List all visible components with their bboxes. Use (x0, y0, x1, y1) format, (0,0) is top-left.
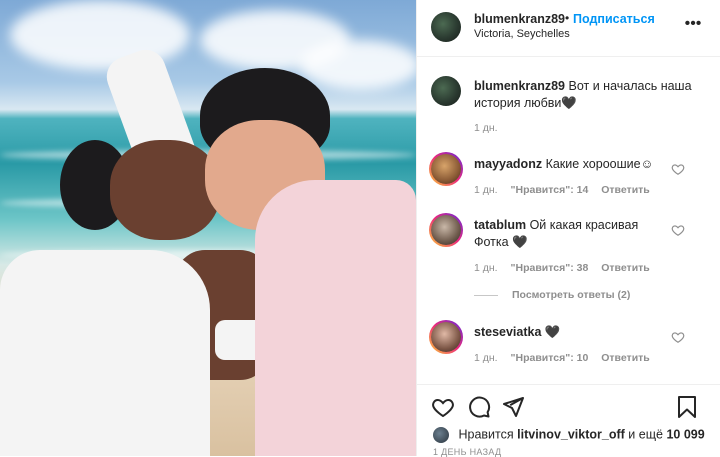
likes-summary[interactable]: Нравится litvinov_viktor_off и ещё 10 09… (433, 427, 705, 443)
caption-username[interactable]: blumenkranz89 (474, 79, 565, 93)
view-replies-label: Посмотреть ответы (2) (512, 289, 631, 301)
comment-text: steseviatka 🖤 (474, 324, 674, 341)
share-icon[interactable] (501, 395, 525, 419)
heart-icon[interactable] (671, 162, 685, 176)
photo-cloud (300, 40, 416, 90)
separator-dot: • (565, 11, 570, 25)
comment-likes[interactable]: "Нравится": 10 (511, 352, 589, 364)
reply-button[interactable]: Ответить (601, 352, 650, 364)
likes-suffix: и ещё (628, 427, 663, 442)
comment-text: tatablum Ой какая красивая Фотка 🖤 (474, 217, 674, 251)
post-side-panel: blumenkranz89 • Подписаться Victoria, Se… (416, 0, 720, 457)
comment-username[interactable]: steseviatka (474, 325, 541, 339)
author-username[interactable]: blumenkranz89 (474, 12, 565, 26)
liker-avatar (433, 427, 449, 443)
comment-time[interactable]: 1 дн. (474, 262, 498, 274)
heart-icon[interactable] (671, 223, 685, 237)
likes-prefix: Нравится (458, 427, 514, 442)
comment-avatar[interactable] (429, 213, 463, 247)
comment-meta: 1 дн. "Нравится": 38 Ответить (474, 262, 660, 274)
comment-avatar[interactable] (429, 320, 463, 354)
replies-divider (474, 294, 498, 296)
comment-avatar[interactable] (429, 152, 463, 186)
post-actions: Нравится litvinov_viktor_off и ещё 10 09… (417, 384, 720, 457)
photo-woman-shirt (0, 250, 210, 456)
post-location[interactable]: Victoria, Seychelles (474, 28, 570, 40)
bookmark-icon[interactable] (675, 395, 699, 419)
comment-meta: 1 дн. "Нравится": 10 Ответить (474, 352, 660, 364)
photo-woman-face (110, 140, 220, 240)
comment-username[interactable]: mayyadonz (474, 157, 542, 171)
liker-username[interactable]: litvinov_viktor_off (517, 427, 625, 441)
comment-time[interactable]: 1 дн. (474, 352, 498, 364)
caption-text: blumenkranz89 Вот и началась наша истори… (474, 78, 704, 112)
reply-button[interactable]: Ответить (601, 262, 650, 274)
post-header: blumenkranz89 • Подписаться Victoria, Se… (417, 0, 720, 57)
comment-text: mayyadonz Какие хороошие☺ (474, 156, 674, 173)
post-photo[interactable] (0, 0, 416, 456)
caption-time[interactable]: 1 дн. (474, 122, 498, 134)
instagram-post: blumenkranz89 • Подписаться Victoria, Se… (0, 0, 720, 457)
likes-count[interactable]: 10 099 (666, 427, 704, 441)
comment-username[interactable]: tatablum (474, 218, 526, 232)
comment-icon[interactable] (467, 395, 491, 419)
comment-meta: 1 дн. "Нравится": 14 Ответить (474, 184, 660, 196)
author-avatar[interactable] (431, 12, 461, 42)
comment-body: Какие хороошие☺ (545, 157, 654, 171)
comment-likes[interactable]: "Нравится": 38 (511, 262, 589, 274)
follow-button[interactable]: Подписаться (573, 12, 655, 26)
reply-button[interactable]: Ответить (601, 184, 650, 196)
photo-man-shirt (255, 180, 416, 456)
caption-avatar[interactable] (431, 76, 461, 106)
more-icon[interactable]: ••• (683, 14, 703, 34)
comment-time[interactable]: 1 дн. (474, 184, 498, 196)
comment-likes[interactable]: "Нравится": 14 (511, 184, 589, 196)
heart-icon[interactable] (671, 330, 685, 344)
comment-body: 🖤 (544, 325, 561, 339)
heart-icon[interactable] (431, 395, 455, 419)
view-replies-button[interactable]: Посмотреть ответы (2) (474, 289, 630, 301)
